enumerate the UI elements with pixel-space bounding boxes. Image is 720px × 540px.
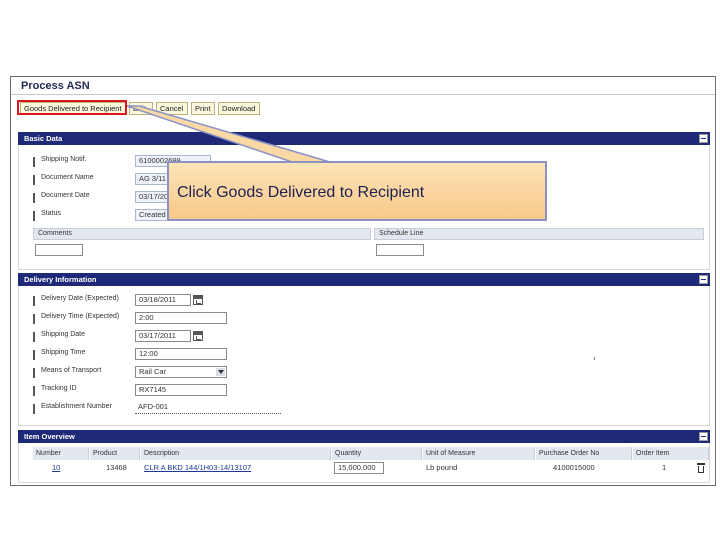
callout-box: Click Goods Delivered to Recipient [167,161,547,221]
highlight-box [17,100,127,115]
callout-pointer [126,105,331,163]
callout-text: Click Goods Delivered to Recipient [177,184,425,201]
callout-pointer-shape [126,105,331,163]
